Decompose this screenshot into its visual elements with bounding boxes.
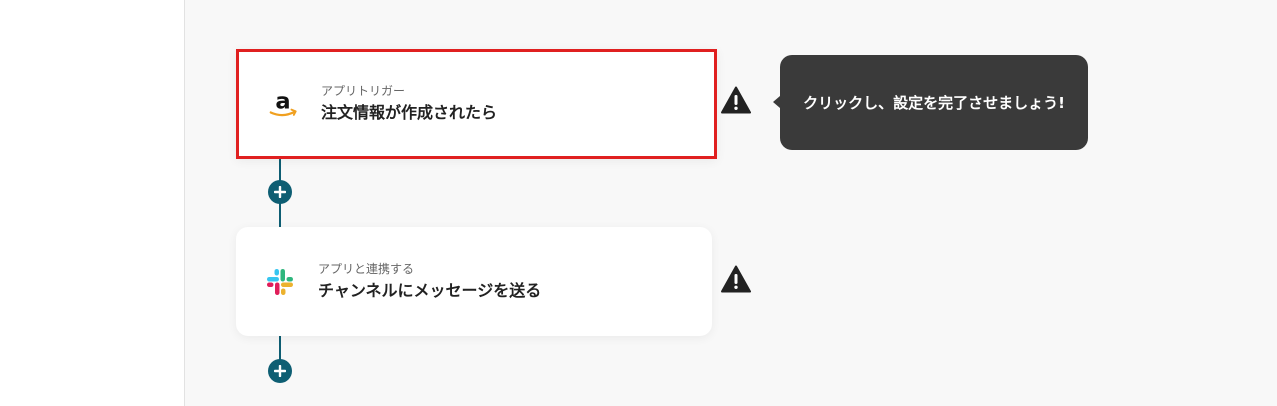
sidebar [0,0,185,406]
step-card-action[interactable]: アプリと連携する チャンネルにメッセージを送る [236,227,712,336]
slack-icon [264,265,296,299]
setup-tooltip: クリックし、設定を完了させましょう! [773,55,1088,150]
plus-icon [274,365,286,377]
plus-icon [274,186,286,198]
step-subtitle: アプリと連携する [318,261,415,276]
warning-icon[interactable] [721,265,751,293]
svg-text:a: a [275,89,290,115]
step-subtitle: アプリトリガー [321,84,406,98]
step-card-trigger[interactable]: a アプリトリガー 注文情報が作成されたら [236,49,717,159]
flow-canvas: a アプリトリガー 注文情報が作成されたら クリックし、設定を完了させましょう! [185,0,1277,406]
amazon-icon: a [267,87,299,121]
add-step-button[interactable] [268,359,292,383]
tooltip-text: クリックし、設定を完了させましょう! [803,94,1065,112]
step-title: 注文情報が作成されたら [321,103,498,122]
step-title: チャンネルにメッセージを送る [318,280,542,300]
add-step-button[interactable] [268,180,292,204]
warning-icon[interactable] [721,86,751,114]
